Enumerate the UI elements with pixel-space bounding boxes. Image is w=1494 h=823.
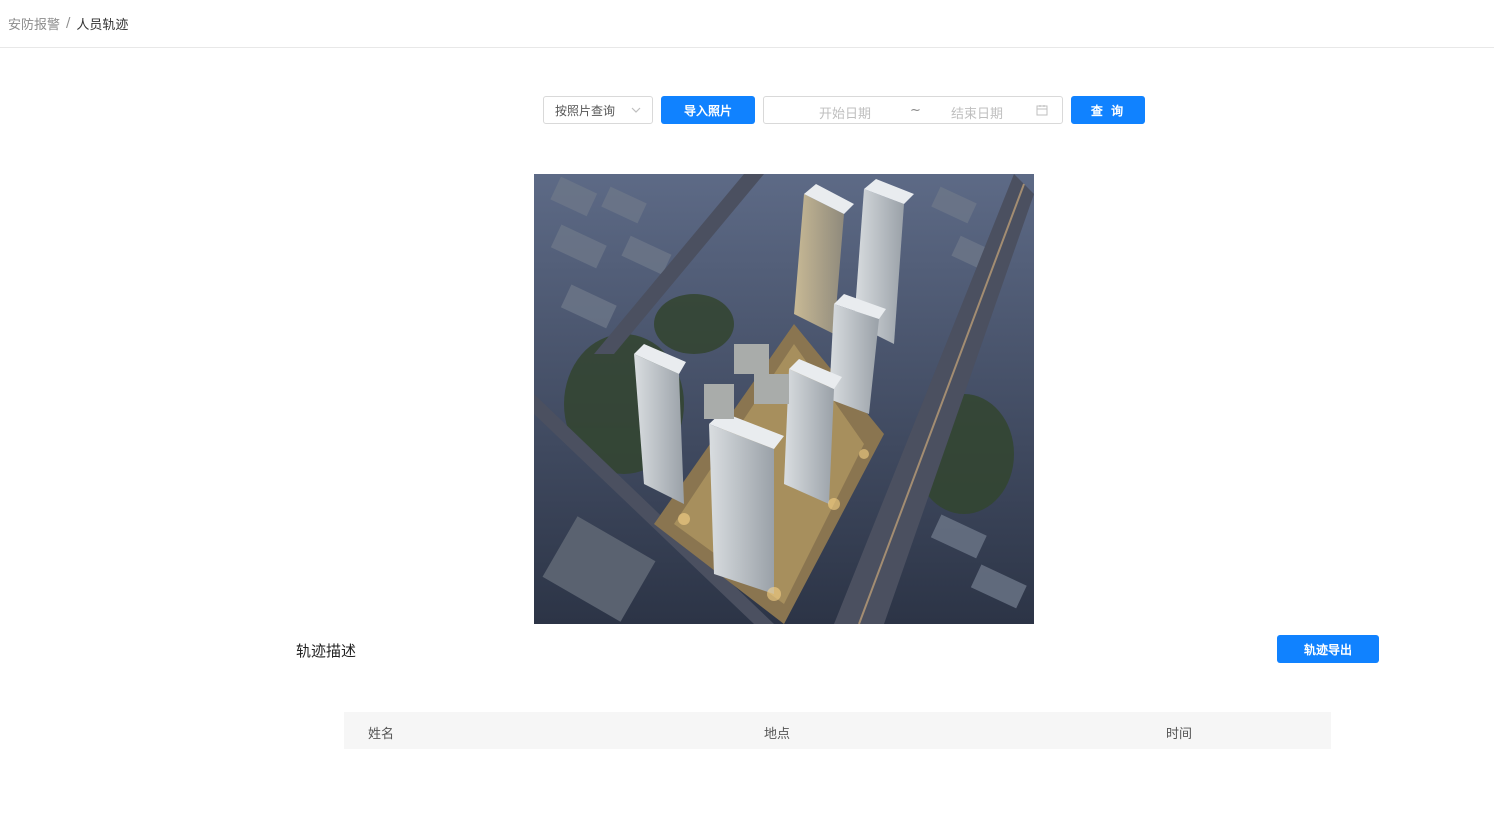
start-date-input[interactable]: 开始日期 bbox=[819, 103, 871, 122]
column-name: 姓名 bbox=[368, 727, 395, 742]
aerial-building-photo-icon bbox=[534, 174, 1034, 624]
uploaded-photo bbox=[534, 174, 1034, 624]
track-table-header: 姓名 地点 时间 bbox=[344, 712, 1331, 749]
date-range-separator: ~ bbox=[910, 103, 921, 118]
import-photo-button[interactable]: 导入照片 bbox=[661, 96, 755, 124]
breadcrumb: 安防报警 / 人员轨迹 bbox=[0, 0, 1494, 48]
date-range-picker[interactable]: 开始日期 ~ 结束日期 bbox=[763, 96, 1063, 124]
breadcrumb-separator: / bbox=[66, 16, 71, 31]
query-mode-value: 按照片查询 bbox=[555, 103, 616, 118]
breadcrumb-parent[interactable]: 安防报警 bbox=[8, 14, 60, 33]
end-date-input[interactable]: 结束日期 bbox=[951, 103, 1003, 122]
column-location: 地点 bbox=[764, 727, 791, 742]
calendar-icon bbox=[1036, 105, 1048, 116]
export-track-button[interactable]: 轨迹导出 bbox=[1277, 635, 1379, 663]
column-time: 时间 bbox=[1166, 727, 1193, 742]
breadcrumb-current: 人员轨迹 bbox=[76, 18, 129, 33]
track-description-title: 轨迹描述 bbox=[296, 642, 357, 660]
chevron-down-icon bbox=[631, 107, 641, 113]
query-button[interactable]: 查 询 bbox=[1071, 96, 1145, 124]
query-mode-select[interactable]: 按照片查询 bbox=[543, 96, 653, 124]
